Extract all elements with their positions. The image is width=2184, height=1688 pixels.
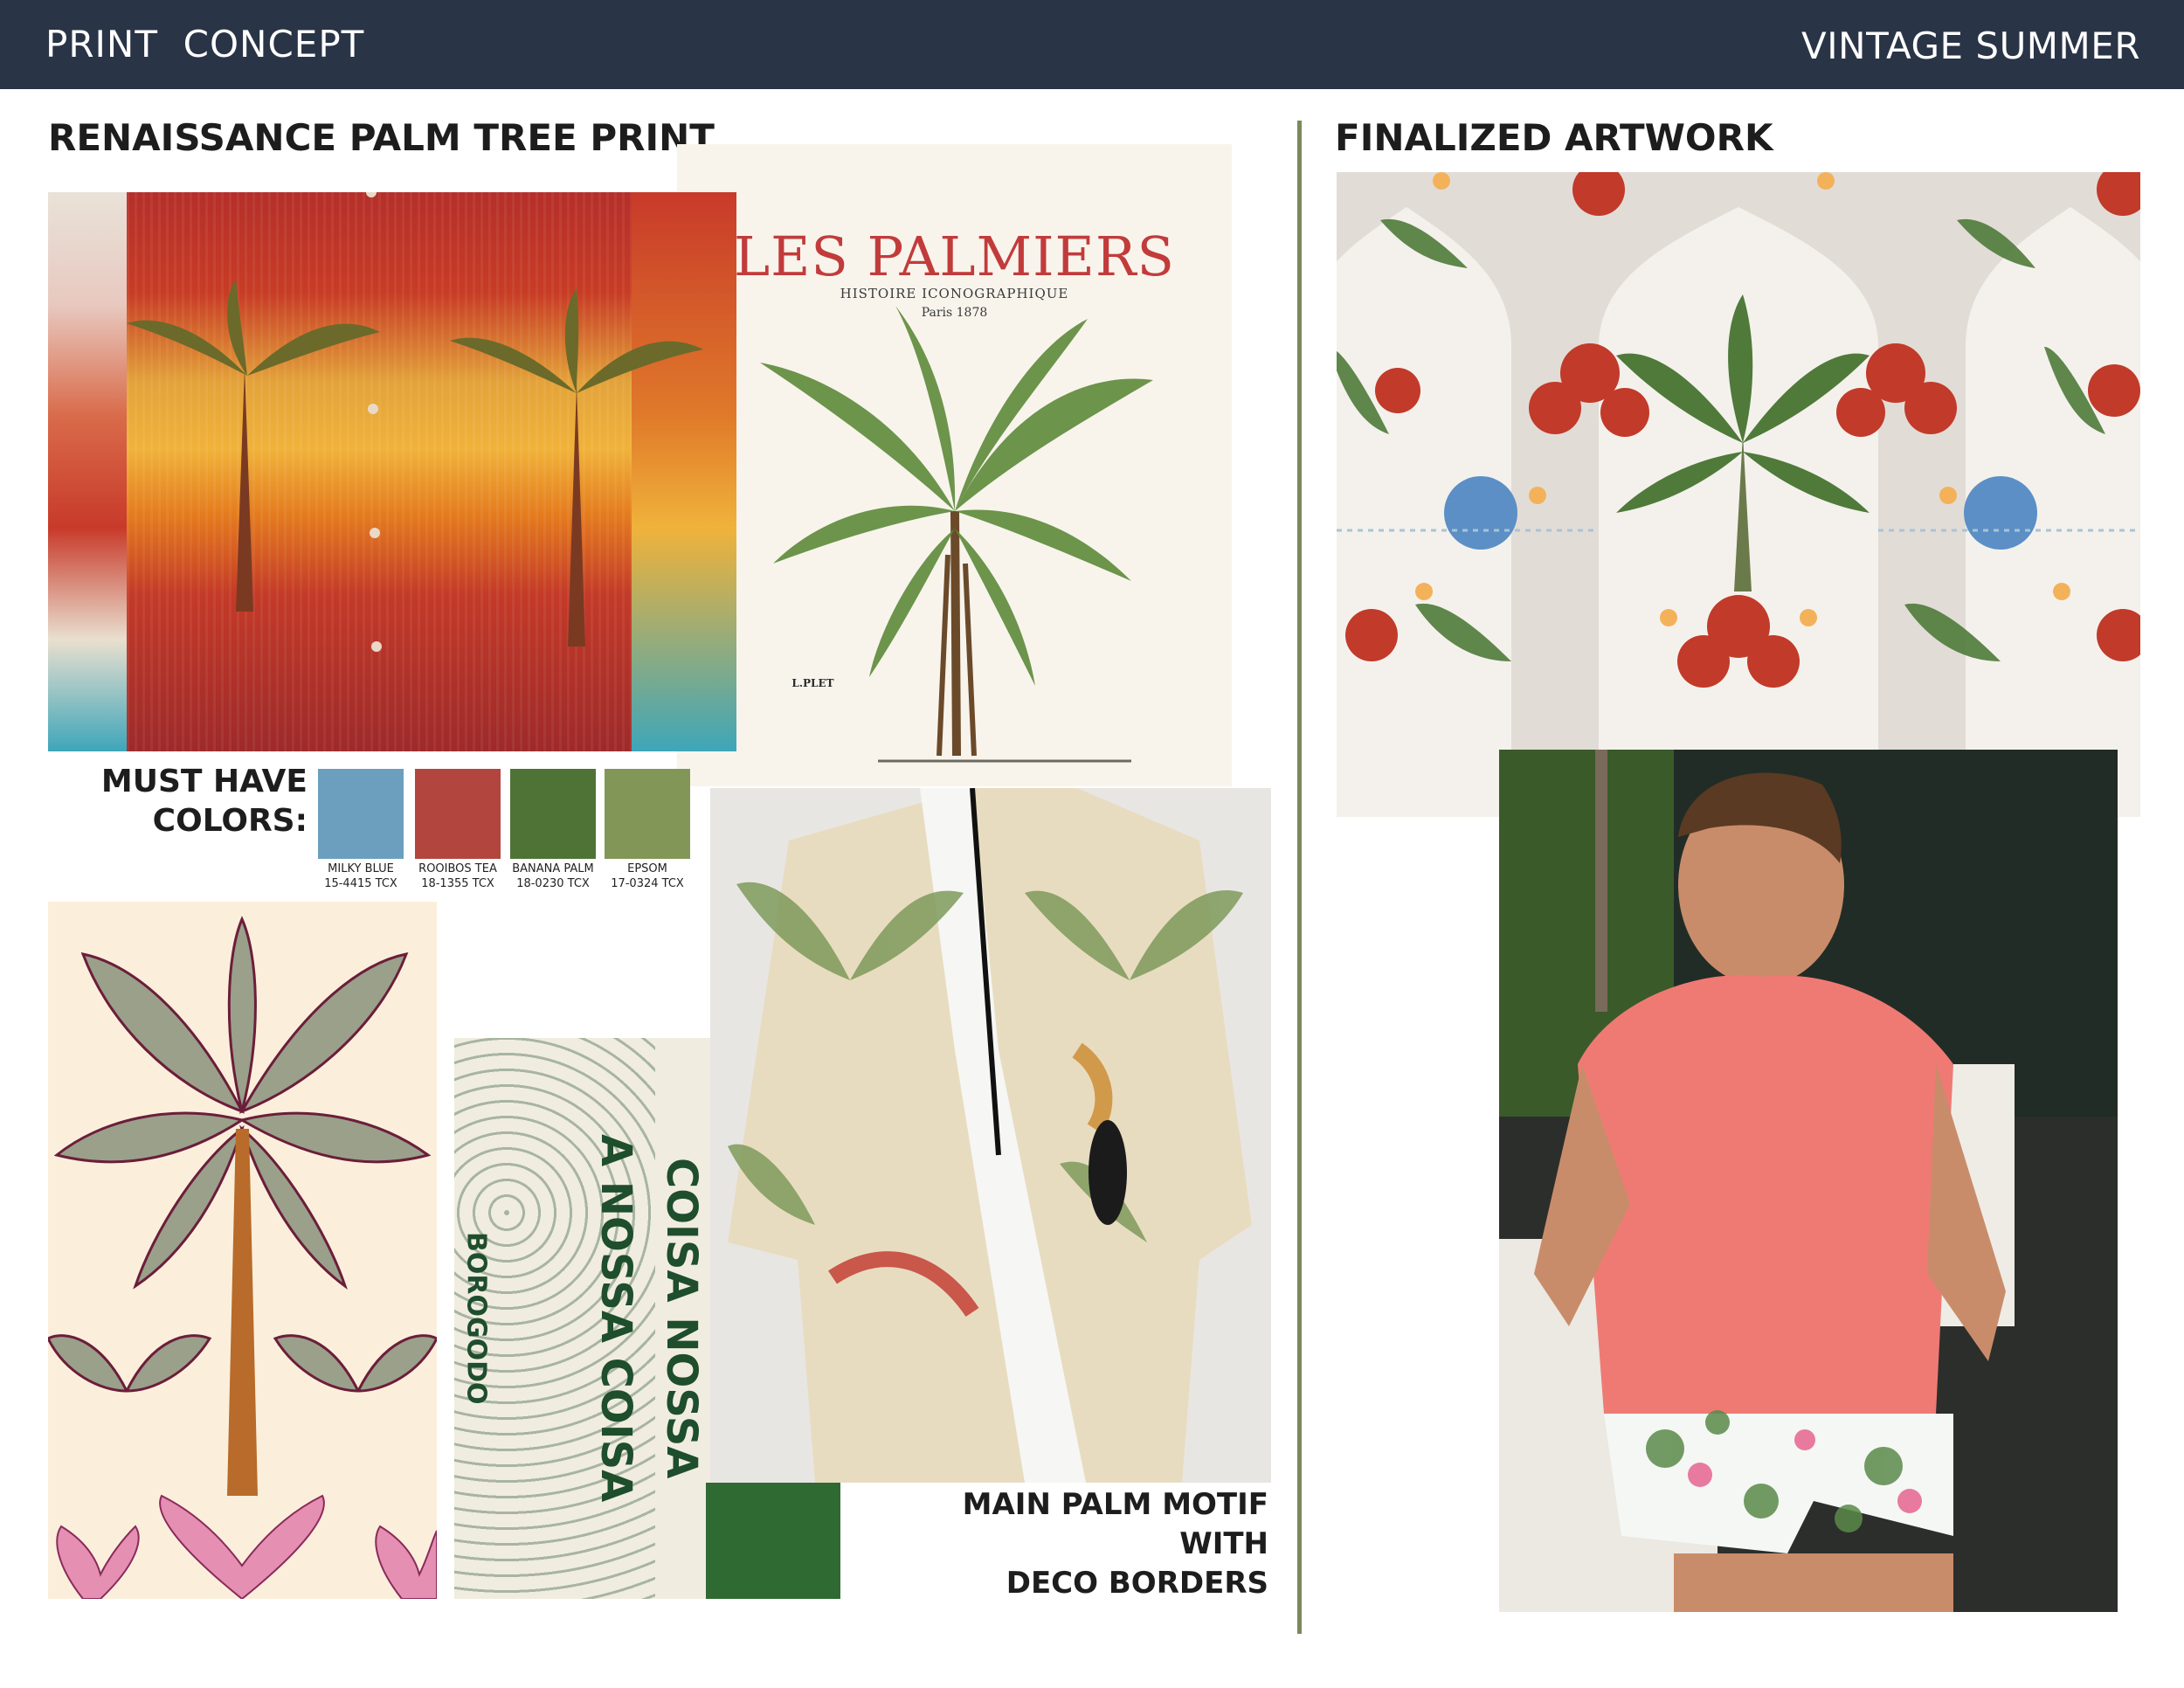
section-title-renaissance: RENAISSANCE PALM TREE PRINT bbox=[48, 116, 715, 159]
swatch-label-milky-blue: MILKY BLUE 15-4415 TCX bbox=[324, 862, 397, 890]
header-bar: PRINT CONCEPT VINTAGE SUMMER bbox=[0, 0, 2184, 89]
green-print-fragment bbox=[706, 1483, 840, 1599]
book-label: L.PLET bbox=[791, 677, 834, 689]
swatch-epsom bbox=[605, 769, 690, 859]
swatch-milky-blue bbox=[318, 769, 404, 859]
must-have-colors-label: MUST HAVE COLORS: bbox=[100, 764, 308, 839]
les-palmiers-book-image: LES PALMIERS HISTOIRE ICONOGRAPHIQUE Par… bbox=[677, 144, 1232, 786]
swatch-banana-palm bbox=[510, 769, 596, 859]
swatch-label-banana-palm: BANANA PALM 18-0230 TCX bbox=[512, 862, 594, 890]
typo-word-nossa-coisa: A NOSSA COISA bbox=[591, 1134, 640, 1503]
typo-word-coisa-nossa: COISA NOSSA bbox=[657, 1158, 706, 1479]
red-palm-shirt-photo bbox=[48, 192, 736, 751]
section-title-finalized: FINALIZED ARTWORK bbox=[1335, 116, 1773, 159]
finalized-artwork-pattern bbox=[1337, 172, 2140, 817]
typo-word-borogodo: BOROGODO bbox=[460, 1232, 492, 1405]
swatch-rooibos-tea bbox=[415, 769, 501, 859]
banana-palm-artwork bbox=[48, 902, 437, 1599]
model-photo-pink-tee-palm-shorts bbox=[1499, 750, 2118, 1612]
header-left-title: PRINT CONCEPT bbox=[45, 23, 365, 66]
green-palm-shirt-photo bbox=[710, 788, 1271, 1483]
vertical-divider bbox=[1297, 121, 1302, 1634]
main-palm-motif-caption: MAIN PALM MOTIF WITH DECO BORDERS bbox=[962, 1487, 1268, 1601]
swatch-label-rooibos-tea: ROOIBOS TEA 18-1355 TCX bbox=[418, 862, 497, 890]
swatch-label-epsom: EPSOM 17-0324 TCX bbox=[611, 862, 684, 890]
header-right-title: VINTAGE SUMMER bbox=[1801, 24, 2140, 67]
palm-illustration bbox=[760, 306, 1153, 763]
